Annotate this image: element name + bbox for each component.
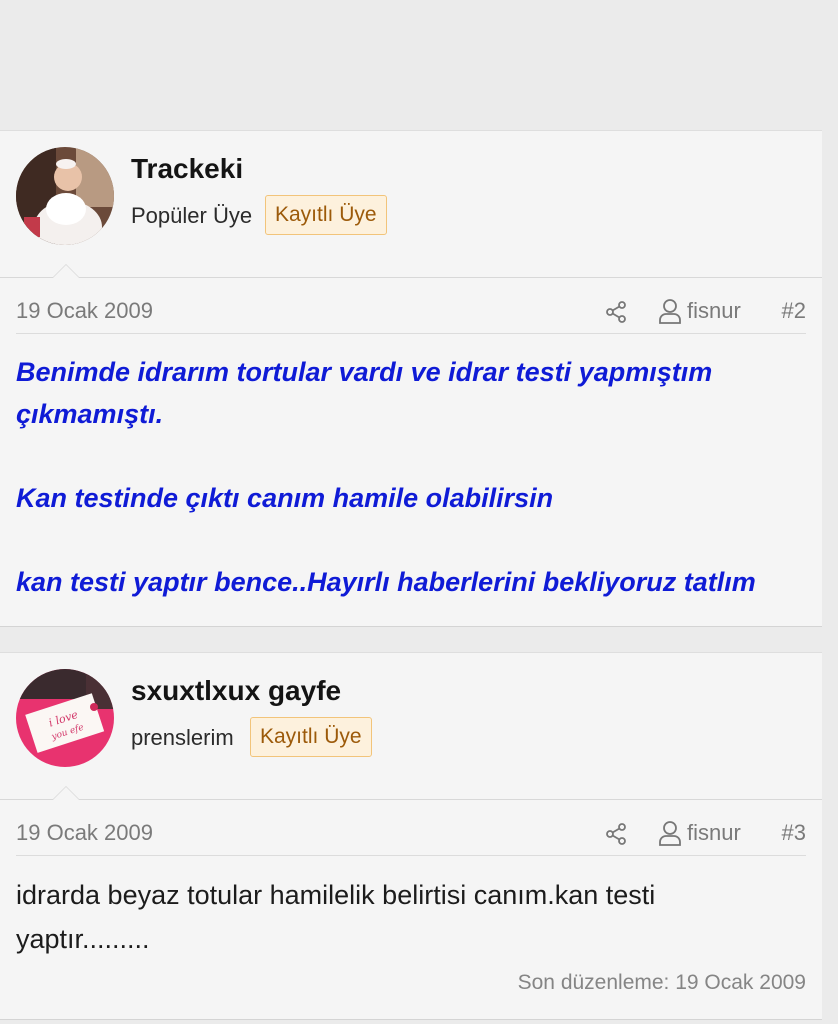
love-card-avatar-icon: i love you efe bbox=[16, 669, 114, 767]
share-icon[interactable] bbox=[604, 300, 628, 324]
share-icon[interactable] bbox=[604, 822, 628, 846]
post-user-block: Trackeki Popüler Üye Kayıtlı Üye bbox=[0, 131, 822, 278]
message-line: kan testi yaptır bence..Hayırlı haberler… bbox=[16, 567, 756, 597]
user-avatar[interactable] bbox=[16, 147, 114, 245]
user-icon bbox=[659, 821, 681, 846]
post-number-link[interactable]: #3 bbox=[782, 820, 806, 846]
user-title: prenslerim bbox=[131, 725, 234, 750]
post-2: Trackeki Popüler Üye Kayıtlı Üye 19 Ocak… bbox=[0, 130, 822, 627]
user-avatar[interactable]: i love you efe bbox=[16, 669, 114, 767]
post-message: Benimde idrarım tortular vardı ve idrar … bbox=[16, 351, 816, 603]
post-message: idrarda beyaz totular hamilelik belirtis… bbox=[16, 880, 656, 954]
post-user-block: i love you efe sxuxtlxux gayfe prensleri… bbox=[0, 653, 822, 800]
message-line: çıkmamıştı. bbox=[16, 399, 164, 429]
user-badge: Kayıtlı Üye bbox=[250, 717, 372, 757]
message-line: Benimde idrarım tortular vardı ve idrar … bbox=[16, 357, 713, 387]
post-author-link[interactable]: fisnur bbox=[687, 820, 741, 846]
message-line: Kan testinde çıktı canım hamile olabilir… bbox=[16, 483, 554, 513]
user-icon bbox=[659, 299, 681, 324]
user-title: Popüler Üye bbox=[131, 203, 253, 228]
post-meta: 19 Ocak 2009 fisnur #3 bbox=[16, 812, 806, 856]
post-3: i love you efe sxuxtlxux gayfe prensleri… bbox=[0, 652, 822, 1020]
edited-note: Son düzenleme: 19 Ocak 2009 bbox=[517, 971, 806, 994]
post-number-link[interactable]: #2 bbox=[782, 298, 806, 324]
username[interactable]: Trackeki bbox=[131, 153, 243, 185]
username[interactable]: sxuxtlxux gayfe bbox=[131, 675, 341, 707]
post-date[interactable]: 19 Ocak 2009 bbox=[16, 298, 153, 324]
post-author-link[interactable]: fisnur bbox=[687, 298, 741, 324]
user-badge: Kayıtlı Üye bbox=[265, 195, 387, 235]
baby-photo-avatar-icon bbox=[16, 147, 114, 245]
post-meta: 19 Ocak 2009 fisnur #2 bbox=[16, 290, 806, 334]
post-date[interactable]: 19 Ocak 2009 bbox=[16, 820, 153, 846]
